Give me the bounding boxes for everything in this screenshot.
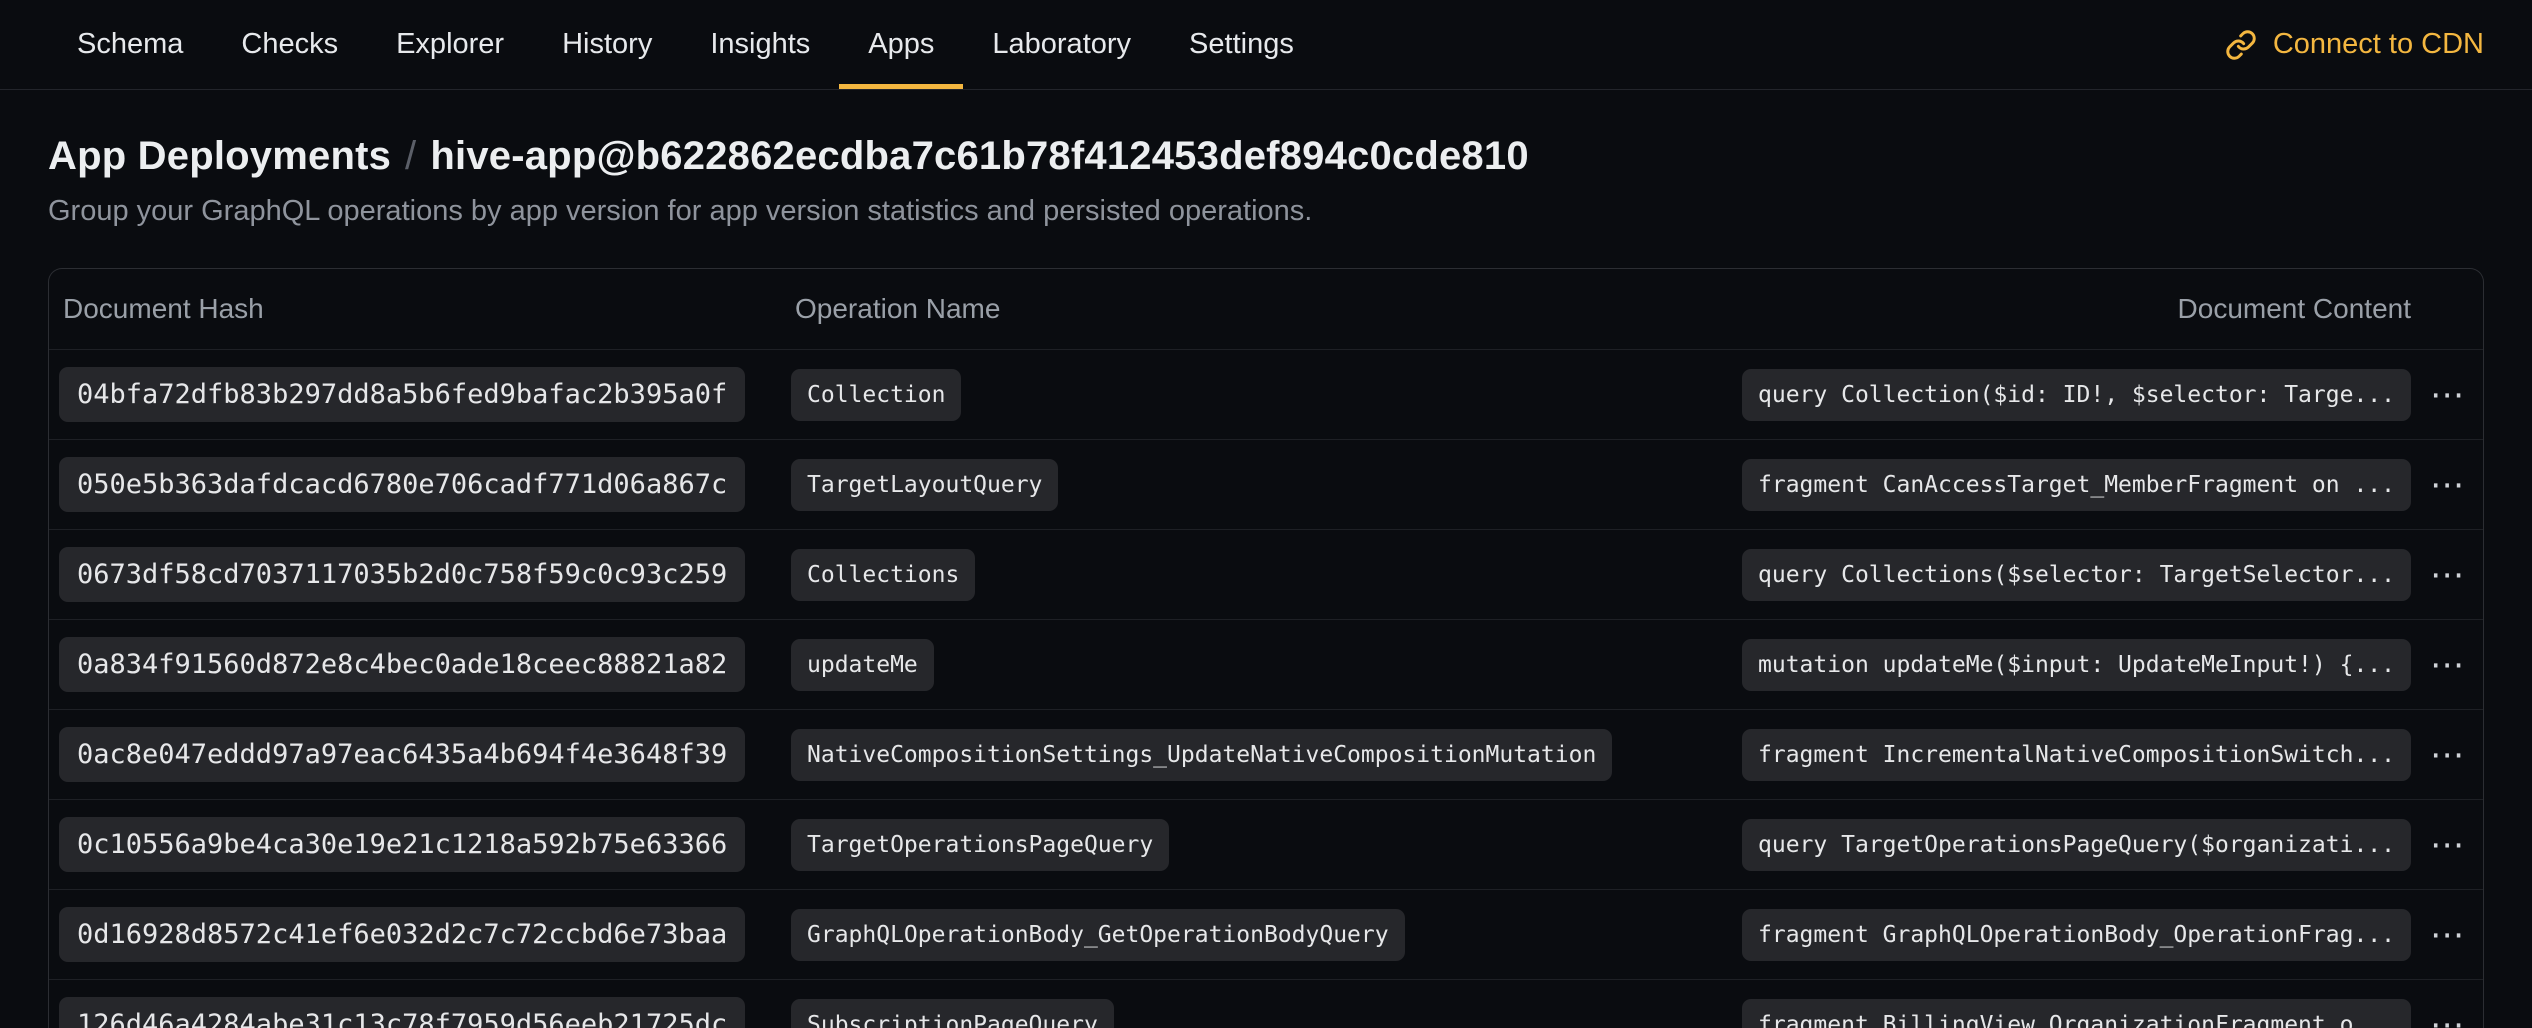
row-menu-button[interactable]: ⋯ [2420, 462, 2474, 508]
tab-apps[interactable]: Apps [839, 0, 963, 89]
breadcrumb-app-deployments-link[interactable]: App Deployments [48, 134, 391, 178]
table-row: 04bfa72dfb83b297dd8a5b6fed9bafac2b395a0f… [49, 349, 2483, 439]
column-header-document-hash: Document Hash [63, 293, 795, 325]
ellipsis-icon: ⋯ [2430, 645, 2464, 685]
page-header: App Deployments/hive-app@b622862ecdba7c6… [0, 90, 2532, 228]
operation-name: NativeCompositionSettings_UpdateNativeCo… [791, 729, 1612, 781]
connect-to-cdn-label: Connect to CDN [2273, 28, 2484, 61]
app-deployments-table: Document Hash Operation Name Document Co… [48, 268, 2484, 1028]
table-row: 0673df58cd7037117035b2d0c758f59c0c93c259… [49, 529, 2483, 619]
ellipsis-icon: ⋯ [2430, 555, 2464, 595]
row-menu-button[interactable]: ⋯ [2420, 1002, 2474, 1028]
document-content: query Collection($id: ID!, $selector: Ta… [1742, 369, 2411, 421]
nav-right-section: Connect to CDN [2225, 0, 2484, 89]
operation-name: SubscriptionPageQuery [791, 999, 1114, 1028]
table-header-row: Document Hash Operation Name Document Co… [49, 269, 2483, 349]
tab-settings[interactable]: Settings [1160, 0, 1323, 89]
operation-name: Collections [791, 549, 975, 601]
connect-to-cdn-button[interactable]: Connect to CDN [2225, 28, 2484, 61]
document-content: query Collections($selector: TargetSelec… [1742, 549, 2411, 601]
app-deployments-table-container: Document Hash Operation Name Document Co… [48, 268, 2484, 1028]
operation-name: GraphQLOperationBody_GetOperationBodyQue… [791, 909, 1405, 961]
tab-explorer[interactable]: Explorer [367, 0, 533, 89]
document-hash: 050e5b363dafdcacd6780e706cadf771d06a867c [59, 457, 745, 512]
ellipsis-icon: ⋯ [2430, 1005, 2464, 1028]
table-row: 0ac8e047eddd97a97eac6435a4b694f4e3648f39… [49, 709, 2483, 799]
table-row: 0a834f91560d872e8c4bec0ade18ceec88821a82… [49, 619, 2483, 709]
document-hash: 0673df58cd7037117035b2d0c758f59c0c93c259 [59, 547, 745, 602]
table-row: 0d16928d8572c41ef6e032d2c7c72ccbd6e73baa… [49, 889, 2483, 979]
column-header-operation-name: Operation Name [795, 293, 2178, 325]
document-content: fragment CanAccessTarget_MemberFragment … [1742, 459, 2411, 511]
tab-insights[interactable]: Insights [681, 0, 839, 89]
row-menu-button[interactable]: ⋯ [2420, 822, 2474, 868]
table-row: 050e5b363dafdcacd6780e706cadf771d06a867c… [49, 439, 2483, 529]
column-header-document-content: Document Content [2178, 293, 2411, 325]
breadcrumb-current-app: hive-app@b622862ecdba7c61b78f412453def89… [430, 134, 1528, 178]
row-menu-button[interactable]: ⋯ [2420, 642, 2474, 688]
operation-name: Collection [791, 369, 961, 421]
ellipsis-icon: ⋯ [2430, 375, 2464, 415]
operation-name: updateMe [791, 639, 934, 691]
table-row: 0c10556a9be4ca30e19e21c1218a592b75e63366… [49, 799, 2483, 889]
ellipsis-icon: ⋯ [2430, 825, 2464, 865]
operation-name: TargetOperationsPageQuery [791, 819, 1169, 871]
row-menu-button[interactable]: ⋯ [2420, 732, 2474, 778]
nav-tabs: Schema Checks Explorer History Insights … [48, 0, 1323, 89]
row-menu-button[interactable]: ⋯ [2420, 372, 2474, 418]
document-content: fragment BillingView_OrganizationFragmen… [1742, 999, 2411, 1028]
top-navigation: Schema Checks Explorer History Insights … [0, 0, 2532, 90]
document-hash: 04bfa72dfb83b297dd8a5b6fed9bafac2b395a0f [59, 367, 745, 422]
document-hash: 126d46a4284abe31c13c78f7959d56eeb21725dc [59, 997, 745, 1028]
link-icon [2225, 29, 2257, 61]
row-menu-button[interactable]: ⋯ [2420, 552, 2474, 598]
tab-laboratory[interactable]: Laboratory [963, 0, 1160, 89]
document-content: query TargetOperationsPageQuery($organiz… [1742, 819, 2411, 871]
document-hash: 0d16928d8572c41ef6e032d2c7c72ccbd6e73baa [59, 907, 745, 962]
document-content: mutation updateMe($input: UpdateMeInput!… [1742, 639, 2411, 691]
document-hash: 0ac8e047eddd97a97eac6435a4b694f4e3648f39 [59, 727, 745, 782]
tab-schema[interactable]: Schema [48, 0, 212, 89]
row-menu-button[interactable]: ⋯ [2420, 912, 2474, 958]
breadcrumb: App Deployments/hive-app@b622862ecdba7c6… [48, 134, 2484, 179]
tab-history[interactable]: History [533, 0, 681, 89]
breadcrumb-separator: / [391, 134, 430, 178]
operation-name: TargetLayoutQuery [791, 459, 1058, 511]
document-hash: 0c10556a9be4ca30e19e21c1218a592b75e63366 [59, 817, 745, 872]
page-subtitle: Group your GraphQL operations by app ver… [48, 195, 2484, 228]
ellipsis-icon: ⋯ [2430, 915, 2464, 955]
table-row: 126d46a4284abe31c13c78f7959d56eeb21725dc… [49, 979, 2483, 1028]
document-content: fragment IncrementalNativeCompositionSwi… [1742, 729, 2411, 781]
ellipsis-icon: ⋯ [2430, 465, 2464, 505]
document-content: fragment GraphQLOperationBody_OperationF… [1742, 909, 2411, 961]
document-hash: 0a834f91560d872e8c4bec0ade18ceec88821a82 [59, 637, 745, 692]
tab-checks[interactable]: Checks [212, 0, 367, 89]
ellipsis-icon: ⋯ [2430, 735, 2464, 775]
